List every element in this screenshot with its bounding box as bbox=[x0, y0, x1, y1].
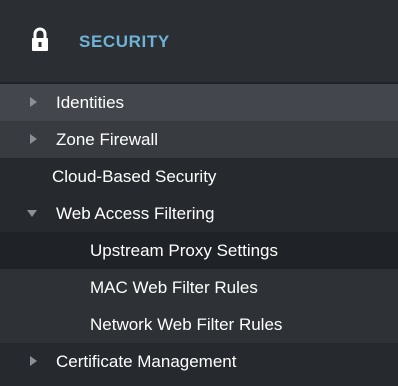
chevron-right-icon bbox=[30, 356, 37, 366]
lock-icon bbox=[32, 27, 48, 51]
nav-item-label: Web Access Filtering bbox=[56, 204, 215, 223]
nav-item-zone-firewall[interactable]: Zone Firewall bbox=[0, 121, 398, 158]
nav-item-certificate-management[interactable]: Certificate Management bbox=[0, 343, 398, 386]
nav-item-label: Cloud-Based Security bbox=[52, 167, 217, 186]
nav-item-label: Network Web Filter Rules bbox=[90, 315, 283, 334]
nav-item-web-access-filtering[interactable]: Web Access Filtering bbox=[0, 195, 398, 232]
nav-item-label: Upstream Proxy Settings bbox=[90, 241, 279, 260]
chevron-right-icon bbox=[30, 134, 37, 144]
nav-item-label: Identities bbox=[56, 93, 125, 112]
nav-item-label: Zone Firewall bbox=[56, 130, 159, 149]
nav-item-label: MAC Web Filter Rules bbox=[90, 278, 258, 297]
nav-subitem-mac-web-filter-rules[interactable]: MAC Web Filter Rules bbox=[0, 269, 398, 306]
nav-item-identities[interactable]: Identities bbox=[0, 84, 398, 121]
chevron-down-icon bbox=[27, 210, 37, 217]
nav-subitem-network-web-filter-rules[interactable]: Network Web Filter Rules bbox=[0, 306, 398, 343]
nav-item-label: Certificate Management bbox=[56, 352, 237, 371]
section-title: SECURITY bbox=[79, 32, 170, 51]
chevron-right-icon bbox=[30, 97, 37, 107]
nav-item-cloud-based-security[interactable]: Cloud-Based Security bbox=[0, 158, 398, 195]
security-header: SECURITY bbox=[0, 0, 398, 82]
security-nav-panel: SECURITY Identities Zone Firewall Cloud-… bbox=[0, 0, 398, 386]
nav-subitem-upstream-proxy-settings[interactable]: Upstream Proxy Settings bbox=[0, 232, 398, 269]
